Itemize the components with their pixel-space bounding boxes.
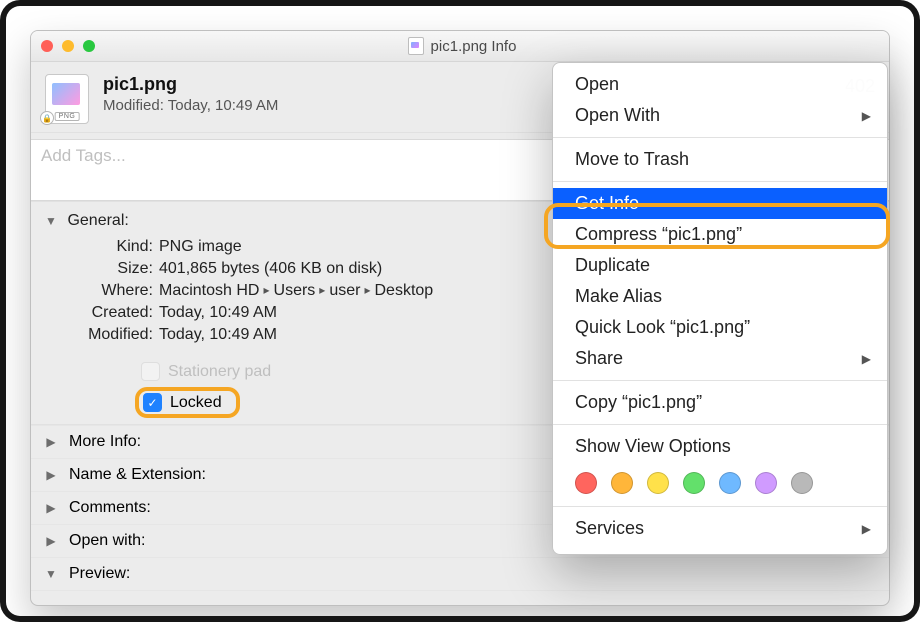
close-window-button[interactable] — [41, 40, 53, 52]
section-preview[interactable]: ▼ Preview: — [31, 557, 889, 591]
tag-color-green[interactable] — [683, 472, 705, 494]
stationery-pad-checkbox — [141, 362, 160, 381]
menu-separator — [553, 181, 887, 182]
desktop-background: pic1.png Info PNG 🔒 pic1.png Modified: T… — [6, 6, 914, 616]
disclosure-triangle-icon[interactable]: ▶ — [45, 468, 57, 482]
screenshot-stage: pic1.png Info PNG 🔒 pic1.png Modified: T… — [0, 0, 920, 622]
proxy-icon[interactable] — [408, 37, 424, 55]
window-titlebar[interactable]: pic1.png Info — [31, 31, 889, 62]
file-thumbnail[interactable]: PNG 🔒 — [45, 74, 89, 124]
disclosure-triangle-icon[interactable]: ▼ — [45, 567, 57, 581]
thumb-type-badge: PNG — [55, 112, 80, 121]
menu-show-view-options[interactable]: Show View Options — [553, 431, 887, 462]
menu-duplicate[interactable]: Duplicate — [553, 250, 887, 281]
menu-separator — [553, 506, 887, 507]
minimize-window-button[interactable] — [62, 40, 74, 52]
row-where-value: Macintosh HD▸Users▸user▸Desktop — [159, 282, 433, 300]
stationery-pad-label: Stationery pad — [168, 363, 271, 381]
menu-open[interactable]: Open — [553, 69, 887, 100]
menu-separator — [553, 137, 887, 138]
menu-copy[interactable]: Copy “pic1.png” — [553, 387, 887, 418]
tags-placeholder: Add Tags... — [41, 146, 126, 166]
menu-quick-look[interactable]: Quick Look “pic1.png” — [553, 312, 887, 343]
lock-icon: 🔒 — [40, 111, 54, 125]
zoom-window-button[interactable] — [83, 40, 95, 52]
menu-move-to-trash[interactable]: Move to Trash — [553, 144, 887, 175]
locked-label: Locked — [170, 394, 222, 412]
window-title: pic1.png Info — [95, 37, 829, 55]
context-menu: Open Open With Move to Trash Get Info Co… — [552, 62, 888, 555]
tag-color-blue[interactable] — [719, 472, 741, 494]
tag-color-yellow[interactable] — [647, 472, 669, 494]
locked-row-highlight: ✓ Locked — [135, 387, 240, 418]
menu-make-alias[interactable]: Make Alias — [553, 281, 887, 312]
menu-compress[interactable]: Compress “pic1.png” — [553, 219, 887, 250]
tag-color-red[interactable] — [575, 472, 597, 494]
menu-share[interactable]: Share — [553, 343, 887, 374]
menu-open-with[interactable]: Open With — [553, 100, 887, 131]
tag-color-purple[interactable] — [755, 472, 777, 494]
disclosure-triangle-icon[interactable]: ▶ — [45, 435, 57, 449]
window-controls — [41, 40, 95, 52]
locked-checkbox[interactable]: ✓ — [143, 393, 162, 412]
disclosure-triangle-icon[interactable]: ▼ — [45, 214, 57, 228]
disclosure-triangle-icon[interactable]: ▶ — [45, 501, 57, 515]
tag-color-orange[interactable] — [611, 472, 633, 494]
menu-get-info[interactable]: Get Info — [553, 188, 887, 219]
menu-tag-colors — [553, 462, 887, 500]
disclosure-triangle-icon[interactable]: ▶ — [45, 534, 57, 548]
tag-color-gray[interactable] — [791, 472, 813, 494]
window-title-text: pic1.png Info — [431, 38, 517, 55]
menu-separator — [553, 424, 887, 425]
menu-separator — [553, 380, 887, 381]
menu-services[interactable]: Services — [553, 513, 887, 544]
